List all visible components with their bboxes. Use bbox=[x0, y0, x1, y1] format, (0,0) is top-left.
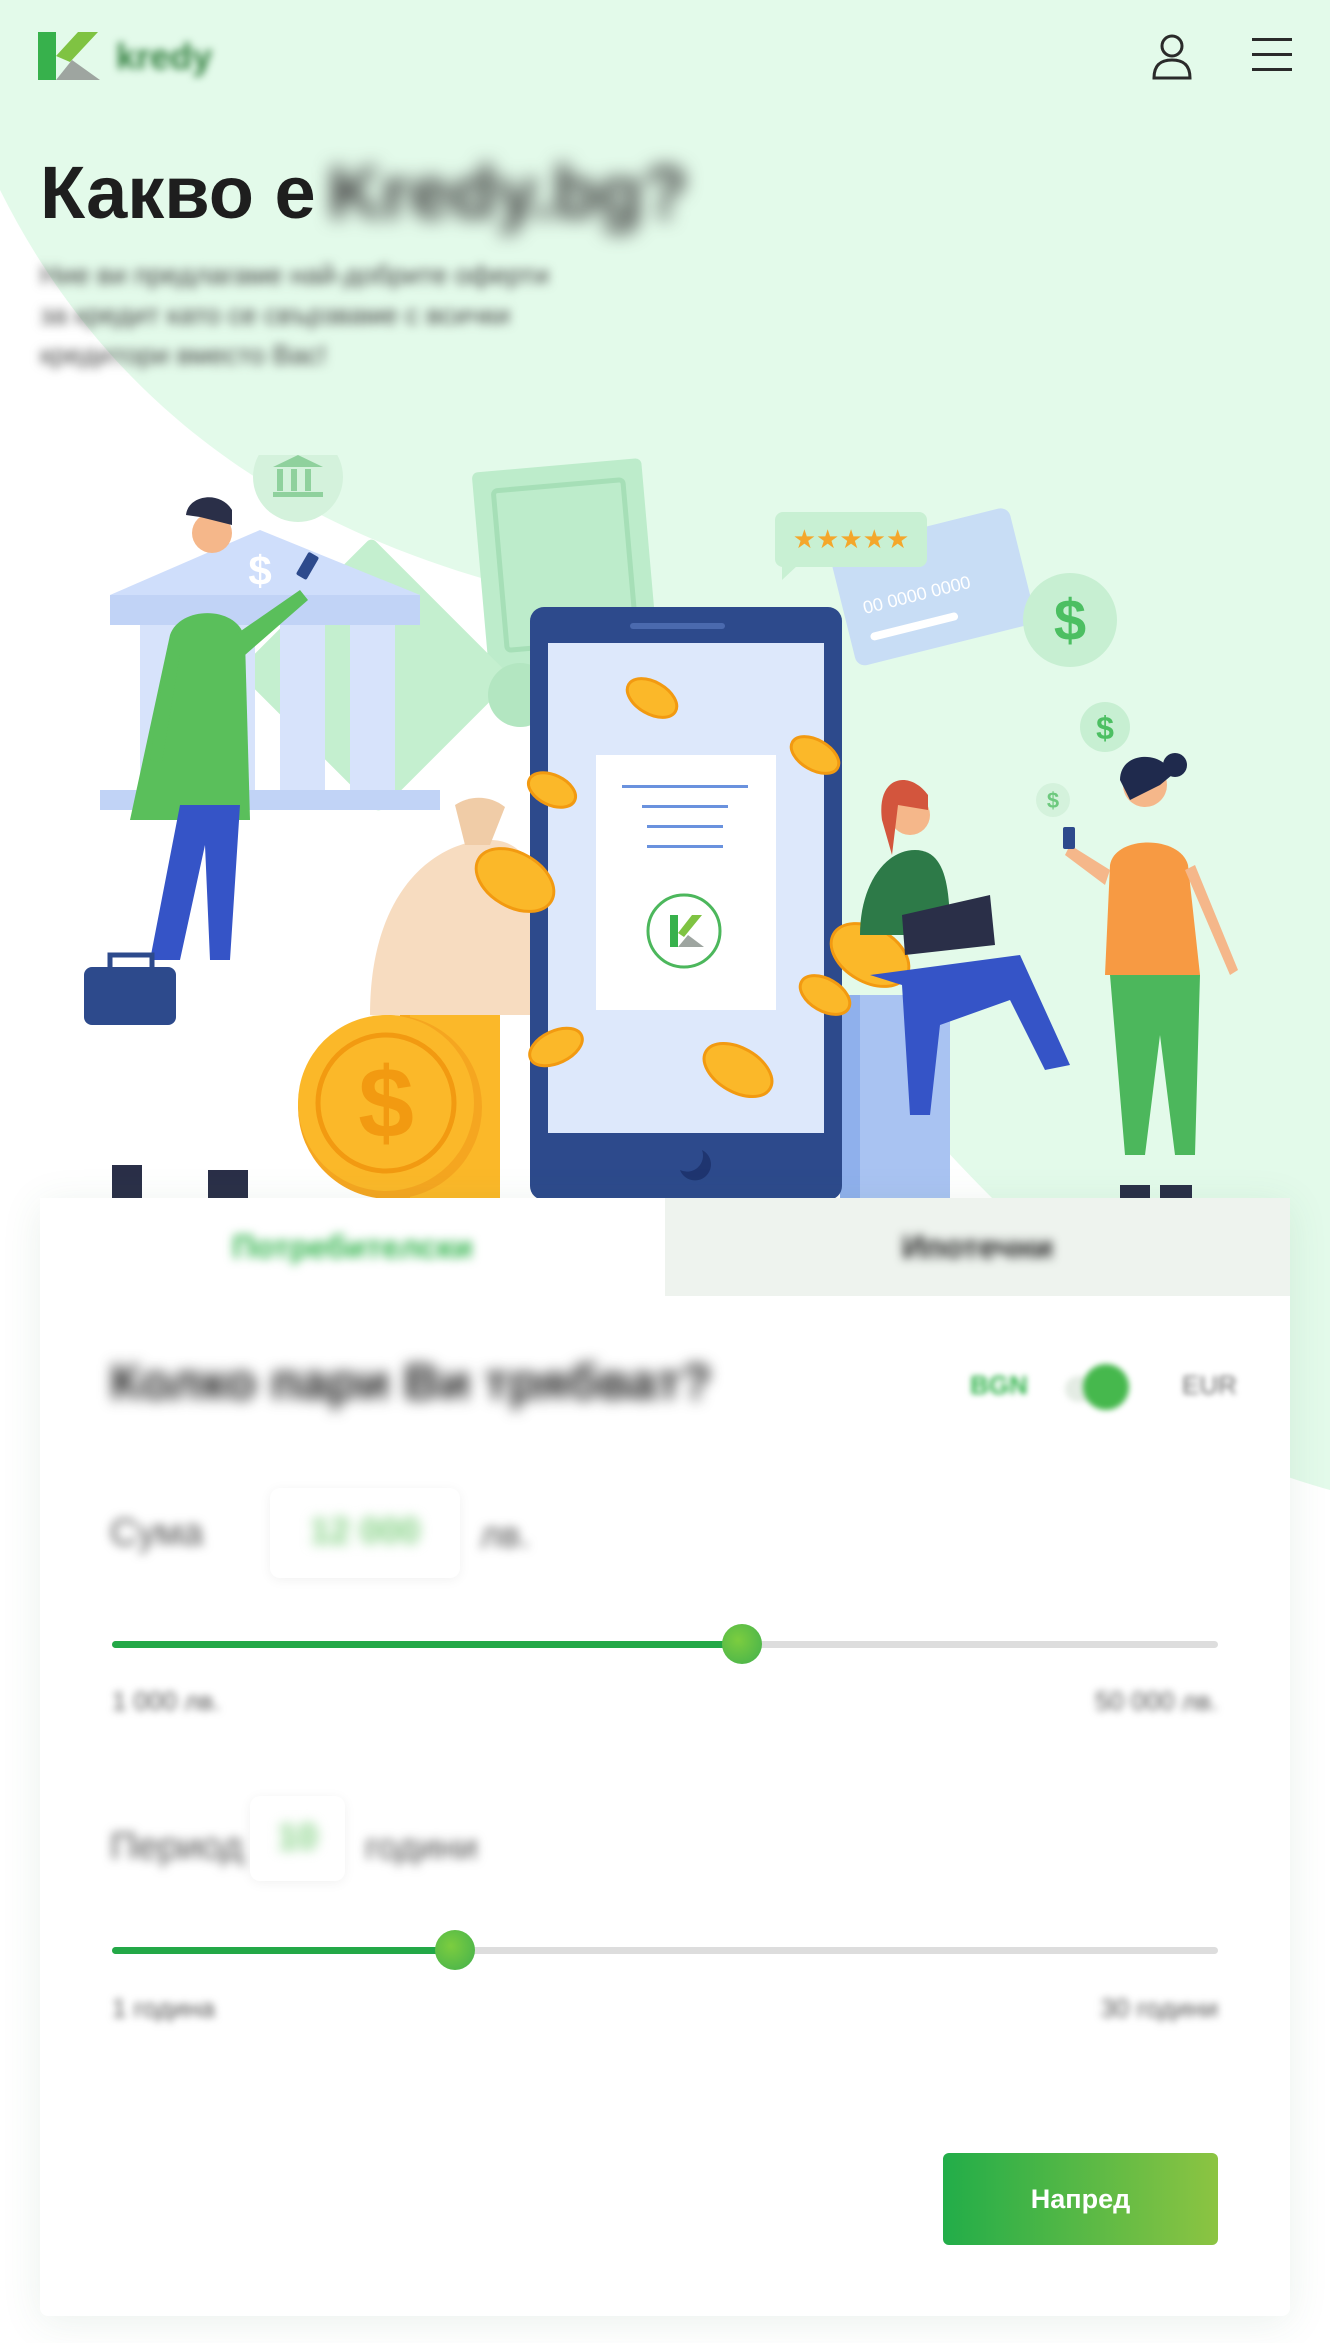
svg-text:$: $ bbox=[358, 1047, 414, 1159]
svg-text:$: $ bbox=[1096, 710, 1114, 746]
hero-subtitle: Ние ви предлагаме най-добрите оферти за … bbox=[40, 260, 549, 370]
dollar-sign: $ bbox=[248, 547, 271, 594]
kredy-logo-icon[interactable] bbox=[38, 32, 102, 80]
period-slider[interactable] bbox=[112, 1930, 1218, 1970]
next-button[interactable]: Напред bbox=[943, 2153, 1218, 2245]
big-coin-illustration: $ bbox=[298, 1015, 482, 1199]
calculator-question: Колко пари Ви трябват? bbox=[110, 1354, 712, 1410]
period-label: Период bbox=[110, 1826, 244, 1868]
svg-text:$: $ bbox=[1054, 588, 1086, 653]
currency-option-left[interactable]: BGN bbox=[970, 1370, 1028, 1401]
amount-field: Сума 12 000 лв. bbox=[110, 1488, 1220, 1578]
period-input[interactable]: 10 bbox=[250, 1796, 345, 1881]
tab-consumer-loans[interactable]: Потребителски bbox=[40, 1198, 665, 1296]
svg-text:$: $ bbox=[1047, 788, 1059, 813]
slider-fill bbox=[112, 1641, 743, 1648]
period-unit: години bbox=[365, 1826, 478, 1867]
period-min-label: 1 година bbox=[112, 1993, 215, 2023]
slider-fill bbox=[112, 1947, 455, 1954]
amount-label: Сума bbox=[110, 1512, 204, 1554]
brand-name: kredy bbox=[116, 36, 213, 77]
amount-min-label: 1 000 лв. bbox=[112, 1686, 221, 1716]
amount-input[interactable]: 12 000 bbox=[270, 1488, 460, 1578]
currency-option-right[interactable]: EUR bbox=[1182, 1370, 1237, 1401]
bank-badge-icon bbox=[253, 455, 343, 522]
top-header: kredy bbox=[0, 0, 1330, 110]
phone-illustration bbox=[530, 607, 842, 1200]
amount-value: 12 000 bbox=[309, 1510, 421, 1551]
hamburger-menu-icon[interactable] bbox=[1250, 36, 1294, 74]
hero-title-brand: Kredy.bg? bbox=[327, 151, 689, 234]
tab-mortgage-loans[interactable]: Ипотечни bbox=[665, 1198, 1290, 1296]
toggle-knob[interactable] bbox=[1083, 1364, 1129, 1410]
period-max-label: 30 години bbox=[1100, 1993, 1218, 2023]
hero-title: Какво е Kredy.bg? bbox=[40, 150, 688, 235]
slider-handle[interactable] bbox=[722, 1624, 763, 1664]
period-value: 10 bbox=[277, 1816, 318, 1857]
svg-text:★★★★★: ★★★★★ bbox=[793, 525, 910, 555]
hero-illustration: $ 00 0000 0000 $ $ $ ★★★★★ $ bbox=[84, 455, 1238, 1200]
amount-slider[interactable] bbox=[112, 1624, 1218, 1664]
hero-title-prefix: Какво е bbox=[40, 151, 316, 234]
period-field: Период 10 години bbox=[110, 1788, 1220, 1881]
loan-type-tabs: Потребителски Ипотечни bbox=[40, 1198, 1290, 1296]
slider-handle[interactable] bbox=[434, 1930, 475, 1970]
amount-max-label: 50 000 лв. bbox=[1095, 1686, 1218, 1716]
currency-toggle[interactable]: BGN EUR bbox=[970, 1358, 1290, 1418]
user-icon[interactable] bbox=[1150, 32, 1194, 80]
amount-unit: лв. bbox=[480, 1514, 531, 1555]
woman-with-phone-illustration bbox=[1063, 753, 1238, 1200]
loan-calculator-card: Потребителски Ипотечни Колко пари Ви тря… bbox=[40, 1198, 1290, 2316]
dollar-badge-icons: $ $ $ bbox=[1023, 573, 1130, 817]
